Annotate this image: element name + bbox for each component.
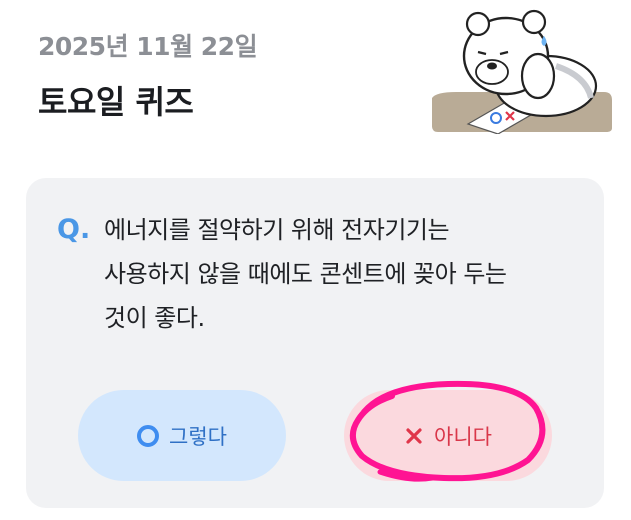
question-text: 에너지를 절약하기 위해 전자기기는 사용하지 않을 때에도 콘센트에 꽂아 두… [104, 208, 574, 340]
quiz-date: 2025년 11월 22일 [38, 32, 258, 61]
x-icon [406, 427, 422, 444]
question-label: Q. [57, 214, 91, 245]
question-line: 것이 좋다. [104, 304, 205, 332]
quiz-card: Q. 에너지를 절약하기 위해 전자기기는 사용하지 않을 때에도 콘센트에 꽂… [26, 178, 604, 508]
answer-no-label: 아니다 [434, 424, 492, 449]
page-title: 토요일 퀴즈 [38, 83, 194, 121]
circle-o-icon [137, 424, 160, 447]
answer-yes-button[interactable]: 그렇다 [78, 390, 286, 481]
question-line: 사용하지 않을 때에도 콘센트에 꽂아 두는 [104, 260, 507, 288]
question-line: 에너지를 절약하기 위해 전자기기는 [104, 216, 450, 244]
answer-yes-label: 그렇다 [169, 424, 227, 449]
bear-mascot-illustration [432, 9, 612, 134]
answer-no-button[interactable]: 아니다 [344, 390, 552, 481]
